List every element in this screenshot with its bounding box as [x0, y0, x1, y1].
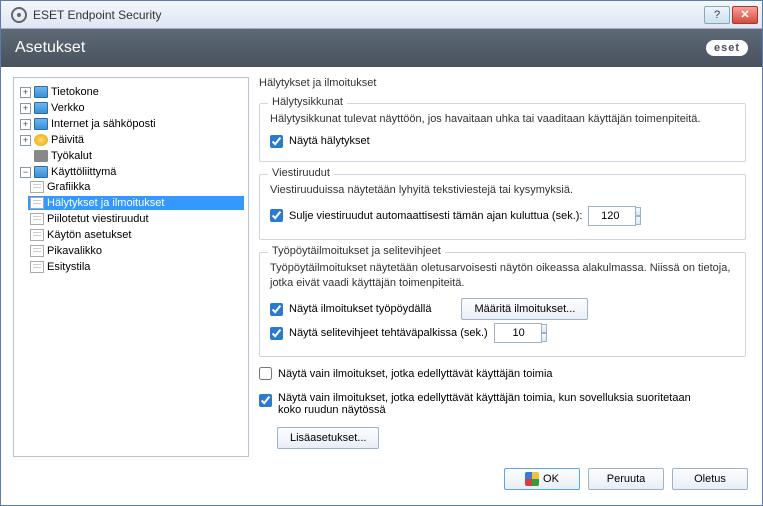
- content-panel: Hälytykset ja ilmoitukset Hälytysikkunat…: [259, 77, 750, 457]
- page-icon: [30, 181, 44, 193]
- brand-badge: eset: [706, 40, 748, 56]
- help-button[interactable]: ?: [704, 6, 730, 24]
- group-message-boxes: Viestiruudut Viestiruuduissa näytetään l…: [259, 174, 746, 240]
- configure-notifications-button[interactable]: Määritä ilmoitukset...: [461, 298, 588, 320]
- monitor-icon: [34, 118, 48, 130]
- show-tooltips-label: Näytä selitevihjeet tehtäväpalkissa (sek…: [289, 327, 488, 339]
- header: Asetukset eset: [1, 29, 762, 67]
- footer: OK Peruuta Oletus: [1, 463, 762, 505]
- tooltip-seconds-input[interactable]: [494, 323, 542, 343]
- tree-node-tyokalut[interactable]: Työkalut: [18, 149, 244, 163]
- app-icon: [11, 7, 27, 23]
- tree-node-grafiikka[interactable]: Grafiikka: [28, 180, 244, 194]
- nav-tree[interactable]: +Tietokone +Verkko +Internet ja sähköpos…: [13, 77, 249, 457]
- tree-node-verkko[interactable]: +Verkko: [18, 101, 244, 115]
- show-desktop-notif-label: Näytä ilmoitukset työpöydällä: [289, 303, 431, 315]
- titlebar-buttons: ? ✕: [704, 6, 758, 24]
- tools-icon: [34, 150, 48, 162]
- group-title: Viestiruudut: [268, 167, 334, 179]
- tree-node-kayton-asetukset[interactable]: Käytön asetukset: [28, 228, 244, 242]
- expand-icon[interactable]: +: [20, 119, 31, 130]
- group-title: Työpöytäilmoitukset ja selitevihjeet: [268, 245, 445, 257]
- group-desc: Työpöytäilmoitukset näytetään oletusarvo…: [270, 261, 735, 291]
- refresh-icon: [34, 134, 48, 146]
- cancel-button[interactable]: Peruuta: [588, 468, 664, 490]
- page-icon: [30, 229, 44, 241]
- tree-node-piilotetut[interactable]: Piilotetut viestiruudut: [28, 212, 244, 226]
- show-alerts-checkbox[interactable]: [270, 135, 283, 148]
- collapse-icon[interactable]: −: [20, 167, 31, 178]
- group-desktop-notifications: Työpöytäilmoitukset ja selitevihjeet Työ…: [259, 252, 746, 358]
- only-user-action-checkbox[interactable]: [259, 367, 272, 380]
- header-title: Asetukset: [15, 39, 706, 57]
- tree-node-pikavalikko[interactable]: Pikavalikko: [28, 244, 244, 258]
- advanced-settings-button[interactable]: Lisäasetukset...: [277, 427, 379, 449]
- autoclose-checkbox[interactable]: [270, 209, 283, 222]
- group-title: Hälytysikkunat: [268, 96, 347, 108]
- shield-icon: [525, 472, 539, 486]
- tree-node-esitystila[interactable]: Esitystila: [28, 260, 244, 274]
- ok-button[interactable]: OK: [504, 468, 580, 490]
- close-button[interactable]: ✕: [732, 6, 758, 24]
- tree-node-kayttoliittyma[interactable]: −Käyttöliittymä: [18, 165, 244, 179]
- tree-node-halytykset[interactable]: Hälytykset ja ilmoitukset: [28, 196, 244, 210]
- page-icon: [30, 197, 44, 209]
- expand-icon[interactable]: +: [20, 87, 31, 98]
- monitor-icon: [34, 86, 48, 98]
- group-desc: Hälytysikkunat tulevat näyttöön, jos hav…: [270, 112, 735, 127]
- autoclose-seconds-input[interactable]: [588, 206, 636, 226]
- page-icon: [30, 261, 44, 273]
- only-user-action-label: Näytä vain ilmoitukset, jotka edellyttäv…: [278, 368, 553, 380]
- expand-spacer: [20, 151, 31, 162]
- titlebar-text: ESET Endpoint Security: [33, 8, 704, 22]
- show-alerts-label: Näytä hälytykset: [289, 135, 370, 147]
- show-tooltips-checkbox[interactable]: [270, 327, 283, 340]
- only-user-action-fullscreen-checkbox[interactable]: [259, 394, 272, 407]
- page-icon: [30, 213, 44, 225]
- tree-node-internet[interactable]: +Internet ja sähköposti: [18, 117, 244, 131]
- tree-node-tietokone[interactable]: +Tietokone: [18, 85, 244, 99]
- group-desc: Viestiruuduissa näytetään lyhyitä teksti…: [270, 183, 735, 198]
- body: +Tietokone +Verkko +Internet ja sähköpos…: [1, 67, 762, 463]
- autoclose-label: Sulje viestiruudut automaattisesti tämän…: [289, 210, 582, 222]
- tree-node-paivita[interactable]: +Päivitä: [18, 133, 244, 147]
- page-title: Hälytykset ja ilmoitukset: [259, 77, 746, 89]
- titlebar: ESET Endpoint Security ? ✕: [1, 1, 762, 29]
- default-button[interactable]: Oletus: [672, 468, 748, 490]
- expand-icon[interactable]: +: [20, 135, 31, 146]
- window: ESET Endpoint Security ? ✕ Asetukset ese…: [0, 0, 763, 506]
- monitor-icon: [34, 166, 48, 178]
- group-alert-windows: Hälytysikkunat Hälytysikkunat tulevat nä…: [259, 103, 746, 162]
- monitor-icon: [34, 102, 48, 114]
- show-desktop-notif-checkbox[interactable]: [270, 303, 283, 316]
- only-user-action-fullscreen-label: Näytä vain ilmoitukset, jotka edellyttäv…: [278, 392, 708, 416]
- expand-icon[interactable]: +: [20, 103, 31, 114]
- page-icon: [30, 245, 44, 257]
